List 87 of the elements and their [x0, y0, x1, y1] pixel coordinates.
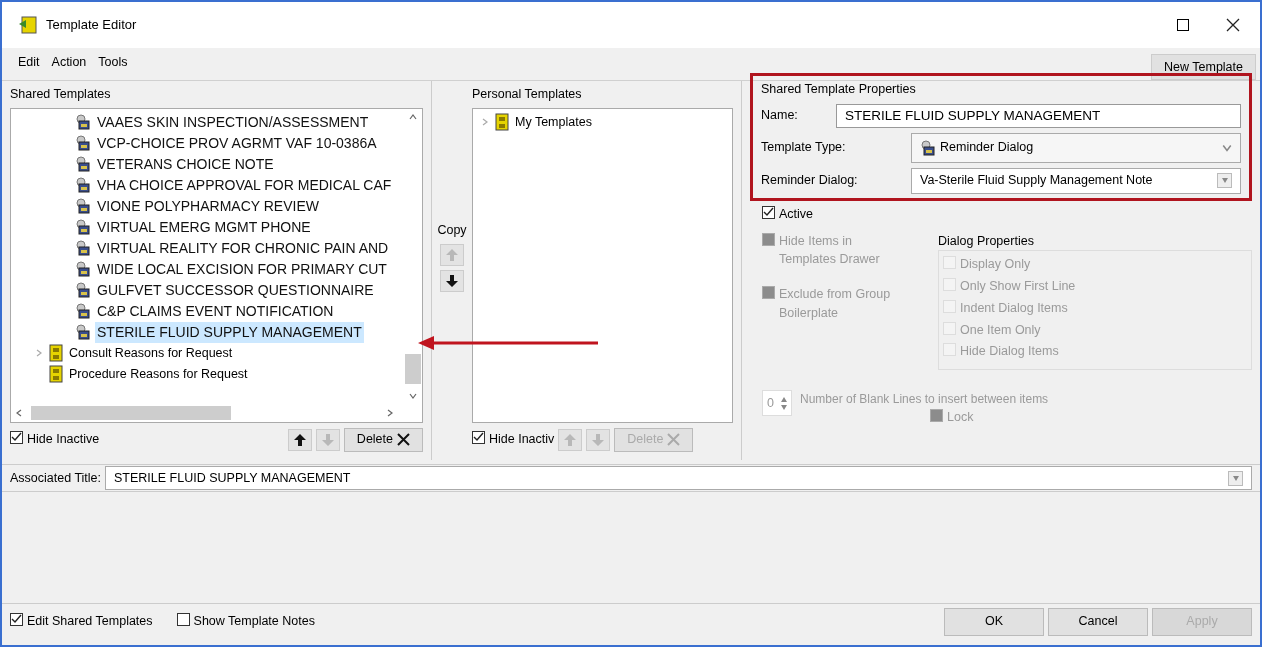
panel-label: Personal Templates: [472, 86, 583, 103]
close-icon[interactable]: [1226, 18, 1240, 32]
tree-item[interactable]: C&P CLAIMS EVENT NOTIFICATION: [95, 300, 336, 322]
up-arrow-icon: [445, 247, 459, 262]
checkbox[interactable]: [10, 613, 23, 627]
group-title: Shared Template Properties: [761, 81, 917, 98]
field-label: Name:: [761, 107, 799, 125]
scroll-right-icon: [386, 408, 394, 417]
group-title: Dialog Properties: [938, 232, 1035, 250]
close-icon: [397, 433, 410, 447]
down-arrow-icon: [445, 273, 459, 288]
menu-item[interactable]: Edit: [18, 53, 40, 72]
template-icon: [75, 198, 91, 215]
tree-item[interactable]: VCP-CHOICE PROV AGRMT VAF 10-0386A: [95, 132, 379, 154]
blank-lines-label: Number of Blank Lines to insert between items: [800, 391, 1049, 408]
file-cabinet-icon: [495, 113, 509, 132]
expand-caret-icon: [481, 118, 489, 127]
app-icon: [18, 16, 38, 34]
tree-item[interactable]: VIONE POLYPHARMACY REVIEW: [95, 195, 321, 217]
tree-item[interactable]: VAAES SKIN INSPECTION/ASSESSMENT: [95, 111, 371, 133]
dropdown-button[interactable]: [1217, 173, 1232, 189]
tree-item[interactable]: WIDE LOCAL EXCISION FOR PRIMARY CUT: [95, 258, 389, 280]
up-arrow-icon: [563, 432, 578, 447]
template-icon: [920, 139, 936, 156]
file-cabinet-icon: [49, 344, 63, 363]
checkbox[interactable]: [762, 205, 775, 219]
down-arrow-icon: [320, 432, 335, 447]
template-icon: [75, 177, 91, 194]
edit-shared-checkbox[interactable]: Edit Shared Templates: [10, 612, 153, 631]
triangle-down-icon: [1221, 178, 1228, 184]
template-type-dropdown[interactable]: Reminder Dialog: [911, 132, 1241, 163]
tree-item[interactable]: VHA CHOICE APPROVAL FOR MEDICAL CAF: [95, 174, 394, 196]
down-arrow-icon: [591, 432, 606, 447]
show-notes-checkbox[interactable]: Show Template Notes: [176, 612, 315, 631]
move-up-button[interactable]: [287, 428, 312, 451]
menu-item[interactable]: Tools: [98, 53, 128, 72]
scroll-down-icon: [409, 391, 417, 400]
template-icon: [75, 303, 91, 320]
window-title: Template Editor: [46, 16, 137, 35]
scroll-thumb[interactable]: [31, 405, 231, 420]
move-down-button[interactable]: [440, 269, 464, 292]
template-icon: [75, 135, 91, 152]
associated-title-dropdown[interactable]: STERILE FLUID SUPPLY MANAGEMENT: [105, 466, 1252, 490]
template-icon: [75, 282, 91, 299]
reminder-dialog-dropdown[interactable]: Va-Sterile Fluid Supply Management Note: [911, 167, 1241, 194]
tree-item[interactable]: Procedure Reasons for Request: [67, 364, 250, 384]
expand-caret-icon: [35, 349, 43, 358]
scroll-left-icon: [15, 408, 23, 417]
template-icon: [75, 240, 91, 257]
checkbox[interactable]: [10, 431, 23, 445]
triangle-down-icon: [781, 404, 787, 410]
template-icon: [75, 156, 91, 173]
delete-button[interactable]: Delete: [343, 427, 423, 452]
close-icon: [667, 433, 681, 447]
tree-item[interactable]: VIRTUAL REALITY FOR CHRONIC PAIN AND: [95, 237, 391, 259]
scroll-up-icon: [409, 112, 417, 121]
new-template-button[interactable]: New Template: [1151, 54, 1256, 80]
tree-item[interactable]: STERILE FLUID SUPPLY MANAGEMENT: [95, 321, 364, 343]
template-icon: [75, 219, 91, 236]
checkbox[interactable]: [176, 613, 190, 627]
template-icon: [75, 114, 91, 131]
template-icon: [75, 324, 91, 341]
tree-item[interactable]: Consult Reasons for Request: [67, 343, 235, 363]
up-arrow-icon: [292, 432, 307, 447]
file-cabinet-icon: [49, 365, 63, 384]
dialog-button[interactable]: OK: [944, 607, 1044, 636]
active-checkbox[interactable]: Active: [762, 204, 1252, 224]
tree-item[interactable]: GULFVET SUCCESSOR QUESTIONNAIRE: [95, 279, 376, 301]
field-label: Associated Title:: [10, 469, 101, 487]
field-label: Template Type:: [761, 139, 847, 157]
triangle-down-icon: [1232, 475, 1239, 481]
chevron-down-icon: [1222, 142, 1232, 153]
dropdown-button[interactable]: [1228, 470, 1243, 486]
name-field[interactable]: STERILE FLUID SUPPLY MANAGEMENT: [836, 103, 1241, 128]
template-icon: [75, 261, 91, 278]
tree-item[interactable]: VETERANS CHOICE NOTE: [95, 153, 276, 175]
tree-item[interactable]: My Templates: [513, 112, 594, 132]
panel-label: Shared Templates: [10, 86, 112, 103]
copy-label: Copy: [437, 222, 467, 239]
triangle-up-icon: [781, 396, 787, 402]
field-label: Reminder Dialog:: [761, 172, 859, 190]
scroll-thumb[interactable]: [405, 353, 421, 384]
dialog-button[interactable]: Cancel: [1048, 607, 1148, 636]
menu-item[interactable]: Action: [51, 53, 87, 72]
check-icon: [763, 206, 774, 218]
checkbox[interactable]: [472, 431, 485, 445]
tree-item[interactable]: VIRTUAL EMERG MGMT PHONE: [95, 216, 313, 238]
